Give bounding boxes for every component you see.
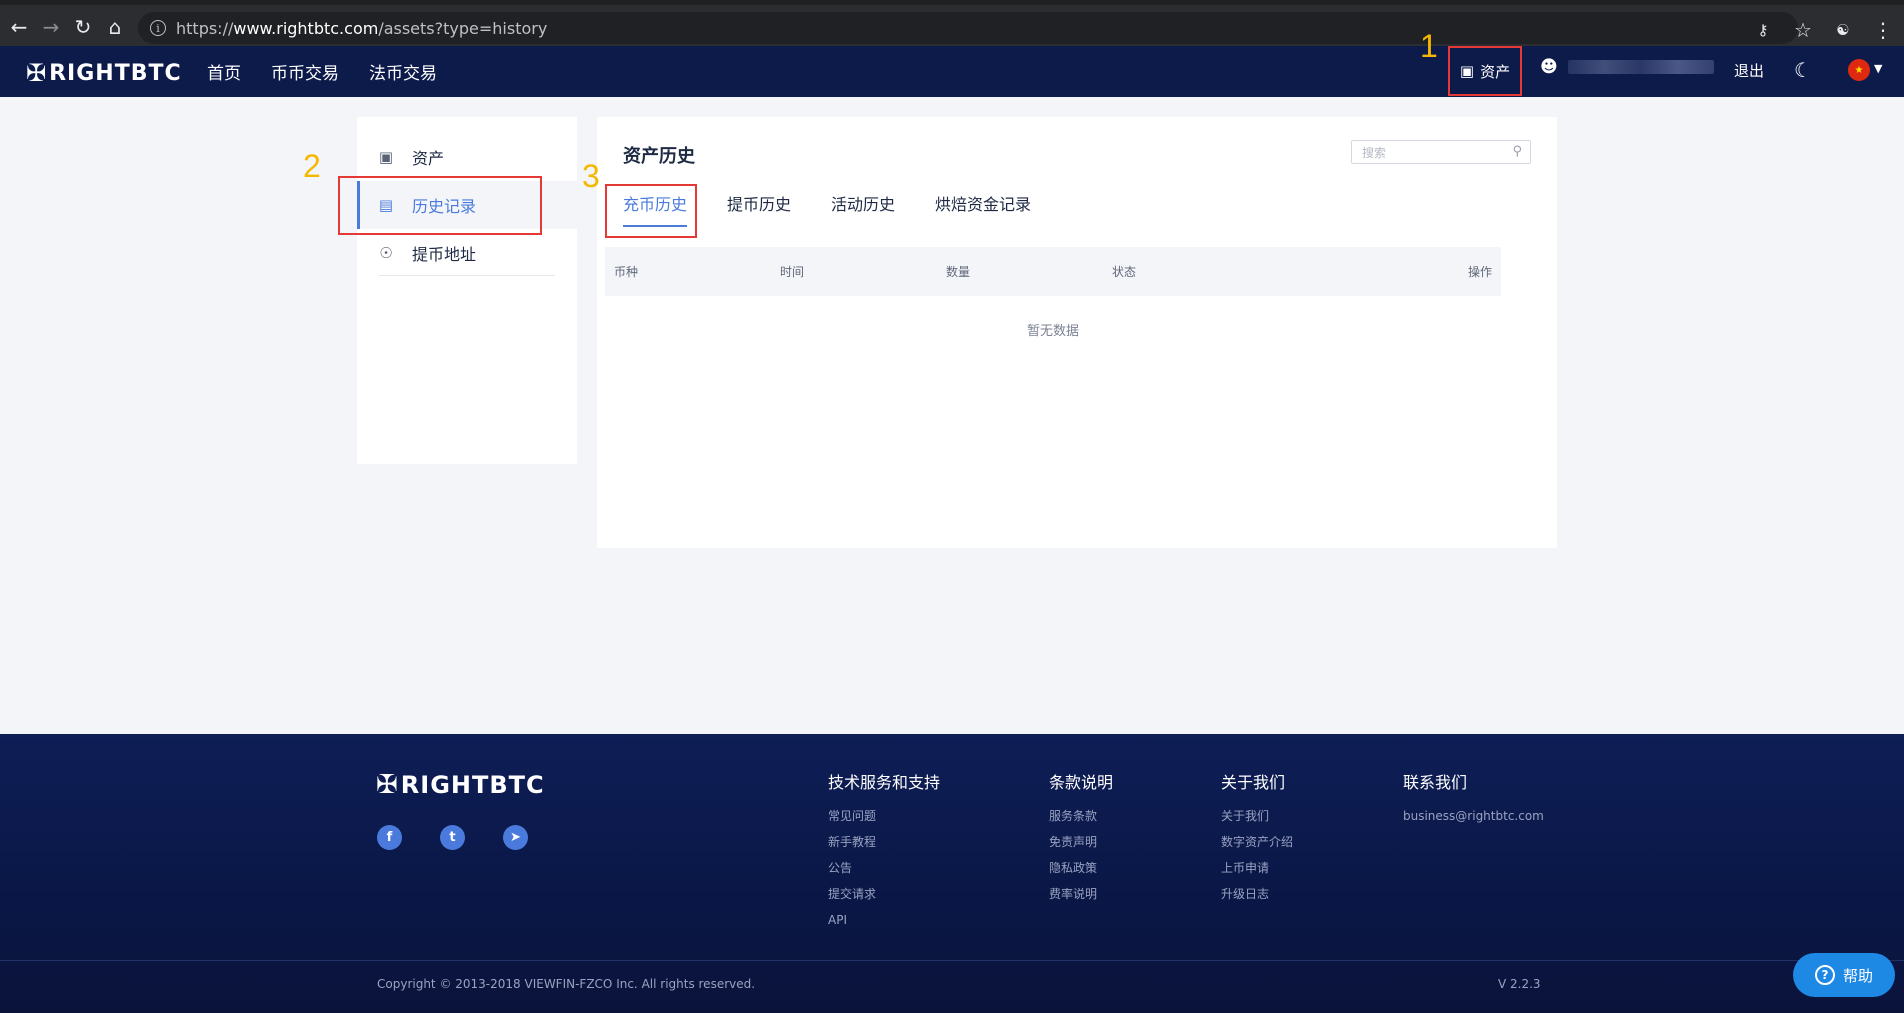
- home-icon[interactable]: ⌂: [98, 10, 132, 44]
- version-label: V 2.2.3: [1498, 977, 1541, 991]
- key-icon[interactable]: ⚷: [1746, 13, 1780, 47]
- column-header-amount: 数量: [946, 265, 971, 279]
- column-header-time: 时间: [780, 265, 805, 279]
- footer-link[interactable]: 费率说明: [1049, 887, 1113, 913]
- column-header-currency: 币种: [614, 265, 639, 279]
- contact-email-link[interactable]: business@rightbtc.com: [1403, 809, 1544, 835]
- footer-link[interactable]: 数字资产介绍: [1221, 835, 1293, 861]
- footer-link[interactable]: 上币申请: [1221, 861, 1293, 887]
- footer-column-title: 联系我们: [1403, 773, 1468, 792]
- history-tabs: 充币历史 提币历史 活动历史 烘焙资金记录: [623, 191, 1031, 227]
- page-title: 资产历史: [623, 146, 695, 167]
- header-logo[interactable]: ✠ RIGHTBTC: [26, 59, 182, 87]
- nav-home[interactable]: 首页: [207, 59, 241, 84]
- chevron-down-icon[interactable]: ▼: [1874, 62, 1882, 75]
- table-header: 币种 时间 数量 状态 操作: [605, 247, 1501, 296]
- nav-fiat-trade[interactable]: 法币交易: [369, 59, 437, 84]
- footer-logo[interactable]: ✠ RIGHTBTC: [376, 770, 545, 800]
- user-icon: ☻: [1540, 57, 1558, 77]
- sidebar-item-history[interactable]: ▤ 历史记录: [357, 181, 577, 229]
- footer-link[interactable]: 新手教程: [828, 835, 940, 861]
- sidebar-item-assets[interactable]: ▣ 资产: [357, 133, 577, 181]
- logo-mark-icon: ✠: [376, 770, 399, 800]
- main-nav: 首页 币币交易 法币交易: [207, 46, 437, 97]
- column-header-status: 状态: [1112, 265, 1137, 279]
- social-links: f t ➤: [377, 825, 528, 850]
- telegram-icon[interactable]: ➤: [503, 825, 528, 850]
- url-path: /assets?type=history: [378, 18, 548, 38]
- sidebar-item-label: 提币地址: [412, 245, 477, 264]
- divider: [379, 275, 555, 276]
- footer-link[interactable]: 升级日志: [1221, 887, 1293, 913]
- divider: [0, 960, 1904, 961]
- document-icon: ▤: [378, 196, 394, 214]
- menu-icon[interactable]: ⋮: [1866, 13, 1900, 47]
- sidebar-item-label: 资产: [412, 149, 445, 168]
- footer-column-about: 关于我们 关于我们 数字资产介绍 上币申请 升级日志: [1221, 769, 1293, 913]
- incognito-icon[interactable]: ☯: [1826, 13, 1860, 47]
- logo-text: RIGHTBTC: [49, 60, 182, 86]
- footer: ✠ RIGHTBTC f t ➤ 技术服务和支持 常见问题 新手教程 公告 提交请…: [0, 734, 1904, 1013]
- search-placeholder: 搜索: [1362, 145, 1387, 160]
- star-icon[interactable]: ☆: [1786, 13, 1820, 47]
- footer-link[interactable]: API: [828, 913, 940, 939]
- footer-link[interactable]: 免责声明: [1049, 835, 1113, 861]
- user-account[interactable]: ☻: [1540, 57, 1714, 77]
- tab-deposit-history[interactable]: 充币历史: [623, 191, 688, 227]
- username-redacted: [1567, 60, 1714, 74]
- forward-icon[interactable]: →: [34, 10, 68, 44]
- twitter-icon[interactable]: t: [440, 825, 465, 850]
- assets-label: 资产: [1480, 62, 1511, 81]
- footer-column-terms: 条款说明 服务条款 免责声明 隐私政策 费率说明: [1049, 769, 1113, 913]
- nav-spot-trade[interactable]: 币币交易: [271, 59, 339, 84]
- tab-activity-history[interactable]: 活动历史: [831, 191, 895, 227]
- footer-link[interactable]: 服务条款: [1049, 809, 1113, 835]
- china-flag-icon[interactable]: ★: [1848, 59, 1870, 81]
- footer-column-support: 技术服务和支持 常见问题 新手教程 公告 提交请求 API: [828, 769, 940, 939]
- search-input[interactable]: 搜索 ⚲: [1351, 140, 1531, 164]
- location-pin-icon: ☉: [379, 244, 393, 262]
- annotation-number-3: 3: [582, 158, 600, 194]
- question-icon: ?: [1814, 965, 1835, 985]
- url-scheme: https://: [176, 18, 234, 38]
- annotation-number-2: 2: [303, 148, 321, 184]
- wallet-icon: ▣: [1459, 62, 1475, 80]
- footer-link[interactable]: 常见问题: [828, 809, 940, 835]
- footer-link[interactable]: 关于我们: [1221, 809, 1293, 835]
- address-bar[interactable]: i https://www.rightbtc.com/assets?type=h…: [138, 12, 1798, 44]
- logout-link[interactable]: 退出: [1734, 60, 1764, 81]
- asset-history-panel: 资产历史 搜索 ⚲ 充币历史 提币历史 活动历史 烘焙资金记录 币种 时间 数量…: [597, 117, 1557, 548]
- back-icon[interactable]: ←: [2, 10, 36, 44]
- site-info-icon[interactable]: i: [150, 20, 166, 36]
- footer-link[interactable]: 公告: [828, 861, 940, 887]
- facebook-icon[interactable]: f: [377, 825, 402, 850]
- footer-column-title: 关于我们: [1221, 773, 1286, 792]
- annotation-number-1: 1: [1420, 28, 1438, 64]
- assets-button[interactable]: ▣ 资产: [1448, 46, 1522, 96]
- url-host: www.rightbtc.com: [233, 18, 379, 38]
- help-label: 帮助: [1842, 966, 1873, 985]
- footer-link[interactable]: 隐私政策: [1049, 861, 1113, 887]
- tab-withdraw-history[interactable]: 提币历史: [727, 191, 791, 227]
- sidebar-item-label: 历史记录: [412, 197, 477, 216]
- reload-icon[interactable]: ↻: [66, 10, 100, 44]
- side-menu: ▣ 资产 ▤ 历史记录 ☉ 提币地址: [357, 117, 577, 464]
- empty-state: 暂无数据: [1026, 324, 1079, 339]
- logo-mark-icon: ✠: [26, 59, 48, 87]
- help-button[interactable]: ? 帮助: [1793, 953, 1895, 997]
- footer-link[interactable]: 提交请求: [828, 887, 940, 913]
- copyright: Copyright © 2013-2018 VIEWFIN-FZCO Inc. …: [377, 977, 756, 991]
- wallet-icon: ▣: [378, 148, 394, 166]
- footer-column-title: 技术服务和支持: [828, 773, 941, 792]
- moon-icon[interactable]: ☾: [1794, 58, 1812, 82]
- browser-toolbar: ← → ↻ ⌂ i https://www.rightbtc.com/asset…: [0, 0, 1904, 46]
- search-icon[interactable]: ⚲: [1512, 144, 1522, 159]
- footer-column-title: 条款说明: [1049, 773, 1114, 792]
- sidebar-item-withdraw-address[interactable]: ☉ 提币地址: [357, 229, 577, 277]
- column-header-action: 操作: [1467, 265, 1492, 279]
- tab-baking-fund-records[interactable]: 烘焙资金记录: [935, 191, 1031, 227]
- logo-text: RIGHTBTC: [400, 771, 545, 799]
- footer-column-contact: 联系我们 business@rightbtc.com: [1403, 769, 1544, 835]
